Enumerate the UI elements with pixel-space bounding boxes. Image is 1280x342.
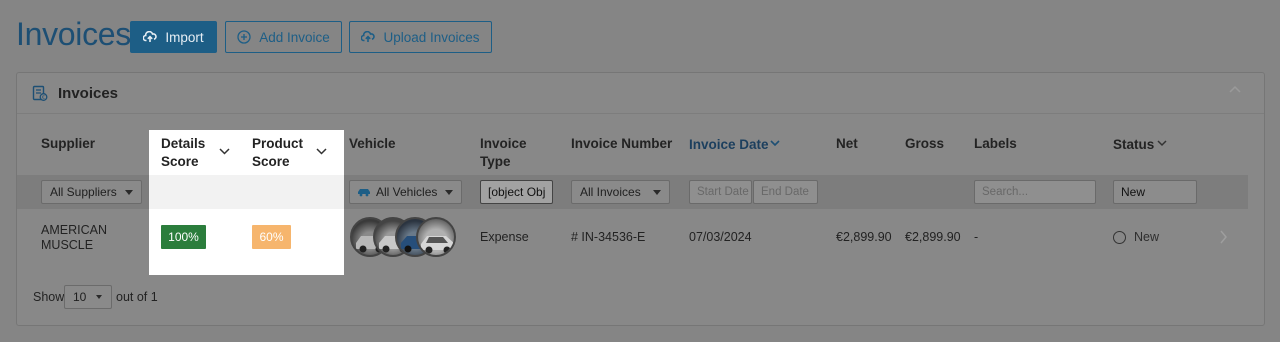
details-score-badge: 100% [161,225,206,249]
invoice-number-filter-select[interactable]: All Invoices [571,180,670,204]
start-date-input[interactable]: Start Date [689,180,752,204]
plus-circle-icon [237,30,251,44]
column-invoice-type-line1: Invoice [480,136,527,151]
product-score-badge: 60% [252,225,291,249]
chevron-down-icon[interactable] [316,148,327,155]
column-invoice-number[interactable]: Invoice Number [571,135,672,153]
column-product-score-line1: Product [252,136,304,151]
column-details-score[interactable]: Details Score [161,135,205,171]
score-columns-filter-band [149,175,344,209]
caret-down-icon [653,190,661,195]
column-status[interactable]: Status [1113,136,1154,154]
column-details-score-line2: Score [161,154,199,169]
supplier-filter-value: All Suppliers [50,185,117,199]
page-count-label: out of 1 [116,290,158,304]
import-label: Import [165,29,204,45]
caret-down-icon [96,295,102,299]
page-title: Invoices [16,16,131,52]
gross-cell: €2,899.90 [905,230,961,244]
show-label: Show [33,290,65,304]
column-vehicle[interactable]: Vehicle [349,135,396,153]
invoice-icon: € [32,85,48,101]
supplier-cell[interactable]: AMERICAN MUSCLE [41,223,107,253]
supplier-cell-line1: AMERICAN [41,223,107,237]
page-size-select[interactable]: 10 [64,285,112,309]
add-invoice-button[interactable]: Add Invoice [225,21,342,53]
caret-down-icon [445,190,453,195]
column-gross[interactable]: Gross [905,135,944,153]
invoice-number-cell: # IN-34536-E [571,230,646,244]
column-invoice-type[interactable]: Invoice Type [480,135,527,171]
supplier-cell-line2: MUSCLE [41,238,94,252]
upload-invoices-button[interactable]: Upload Invoices [349,21,492,53]
chevron-down-icon[interactable] [219,148,230,155]
column-product-score[interactable]: Product Score [252,135,303,171]
column-product-score-line2: Score [252,154,290,169]
vehicle-filter-value: All Vehicles [376,185,438,199]
status-circle-icon [1113,231,1126,244]
caret-down-icon [125,190,133,195]
invoice-type-cell: Expense [480,230,529,244]
labels-cell: - [974,230,979,244]
column-supplier[interactable]: Supplier [41,135,95,153]
supplier-filter-select[interactable]: All Suppliers [41,180,142,204]
import-button[interactable]: Import [130,21,217,53]
chevron-up-icon[interactable] [1228,85,1242,95]
cloud-upload-icon [143,31,158,42]
chevron-down-icon[interactable] [1157,140,1167,147]
invoice-type-filter-input[interactable]: [object Obj [480,180,553,204]
upload-invoices-label: Upload Invoices [383,29,480,45]
cloud-upload-icon [361,31,376,42]
invoice-date-cell: 07/03/2024 [689,230,752,244]
sort-chevron-down-icon[interactable] [770,140,780,147]
end-date-input[interactable]: End Date [753,180,818,204]
page-size-value: 10 [73,290,87,304]
invoice-number-filter-value: All Invoices [580,185,641,199]
svg-text:€: € [42,95,45,101]
column-invoice-date[interactable]: Invoice Date [689,136,769,154]
status-cell: New [1134,230,1160,244]
column-details-score-line1: Details [161,136,206,151]
vehicle-filter-select[interactable]: All Vehicles [349,180,462,204]
card-header: € Invoices [17,73,1264,114]
status-filter-input[interactable]: New [1113,180,1197,204]
car-icon [358,189,370,197]
labels-search-input[interactable]: Search... [974,180,1096,204]
chevron-right-icon[interactable] [1219,230,1228,244]
card-title: Invoices [58,85,119,102]
vehicle-thumbnail[interactable] [416,217,456,257]
net-cell: €2,899.90 [836,230,892,244]
add-invoice-label: Add Invoice [259,29,330,45]
column-invoice-type-line2: Type [480,154,511,169]
column-labels[interactable]: Labels [974,135,1017,153]
column-net[interactable]: Net [836,135,858,153]
